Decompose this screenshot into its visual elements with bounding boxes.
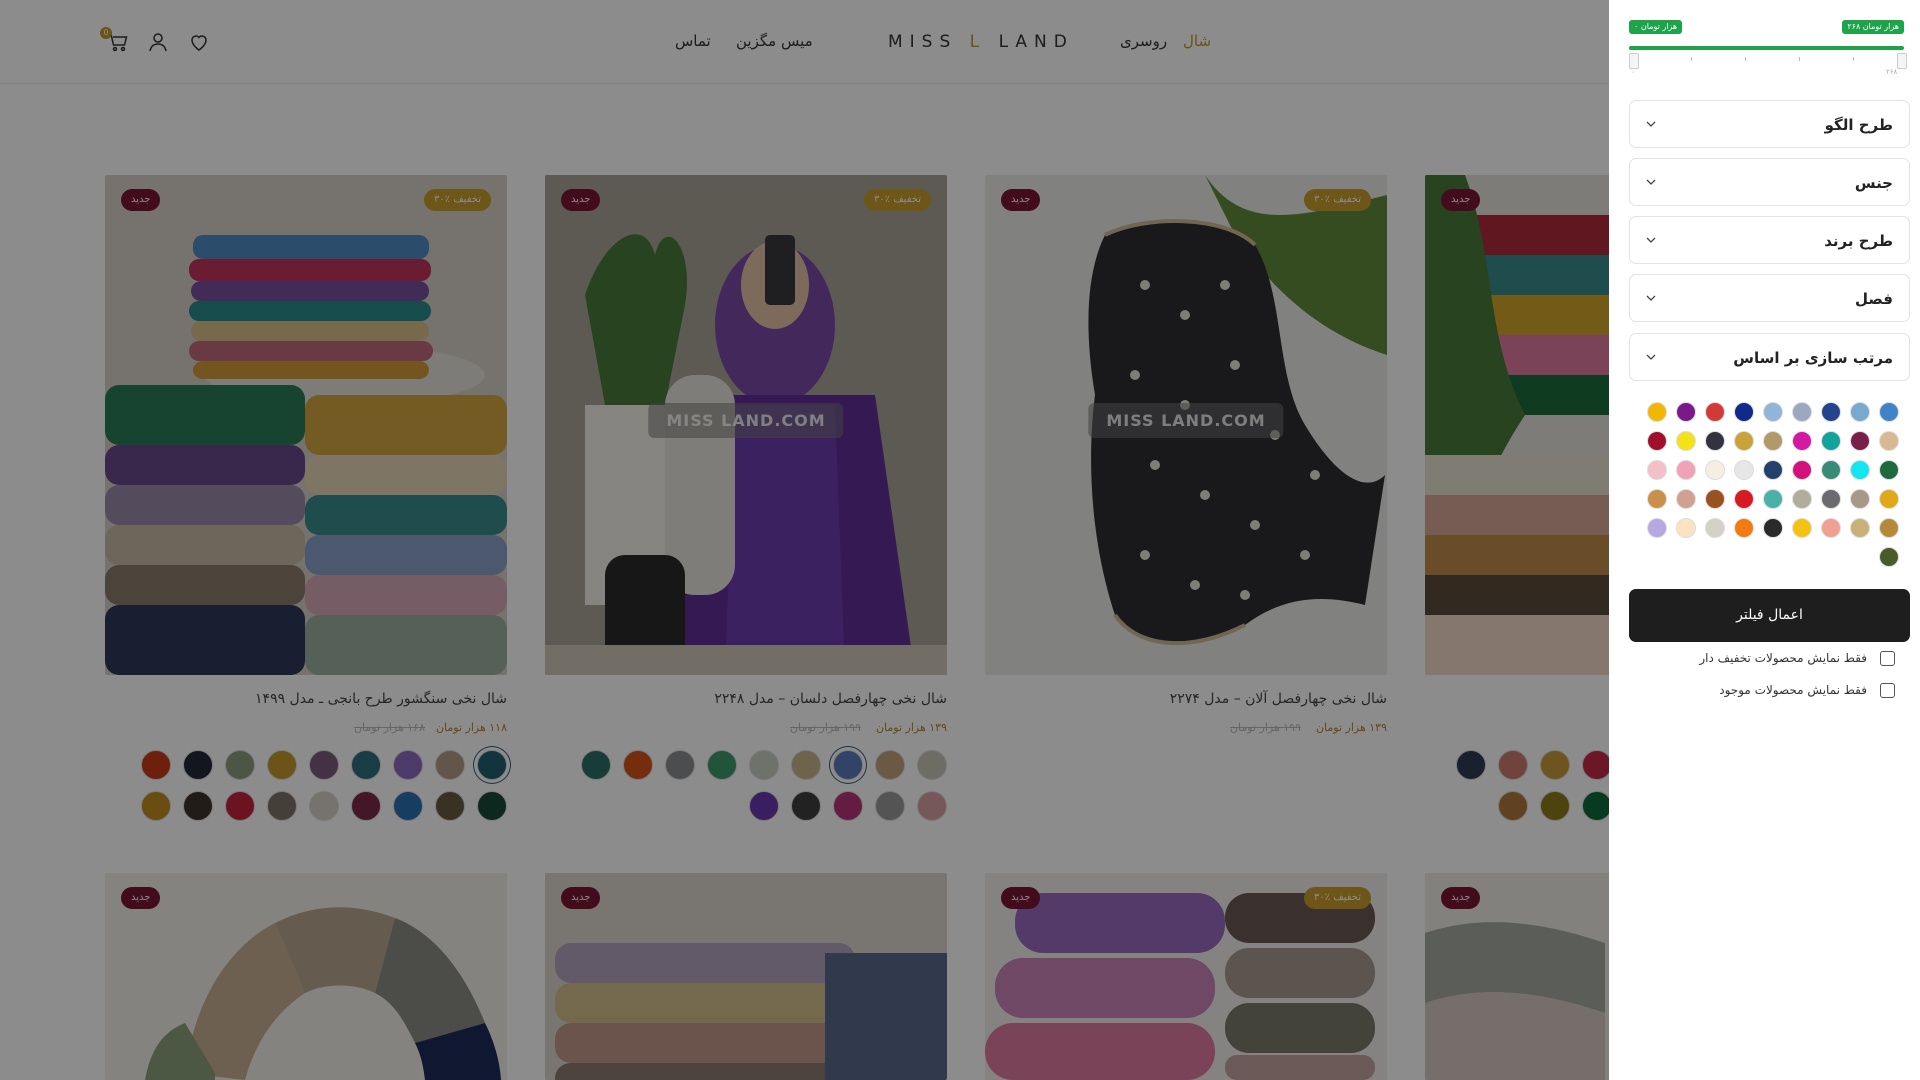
color-filter-option[interactable]	[1763, 431, 1783, 451]
chevron-down-icon	[1646, 295, 1656, 301]
color-filter-option[interactable]	[1850, 489, 1870, 509]
color-filter-option[interactable]	[1705, 431, 1725, 451]
only-available-checkbox[interactable]	[1880, 683, 1895, 698]
only-available-label: فقط نمایش محصولات موجود	[1719, 683, 1867, 697]
only-discounted-checkbox[interactable]	[1880, 651, 1895, 666]
color-filter-option[interactable]	[1821, 402, 1841, 422]
color-filter-option[interactable]	[1879, 431, 1899, 451]
color-filter-option[interactable]	[1792, 489, 1812, 509]
color-filter-option[interactable]	[1763, 402, 1783, 422]
color-filter-option[interactable]	[1705, 460, 1725, 480]
only-discounted-option[interactable]: فقط نمایش محصولات تخفیف دار	[1655, 651, 1895, 667]
filter-sort-accordion[interactable]: مرتب سازی بر اساس	[1629, 333, 1910, 381]
color-filter-option[interactable]	[1734, 489, 1754, 509]
color-filter-option[interactable]	[1792, 402, 1812, 422]
range-max-tick-label: ۲۶۸	[1886, 68, 1898, 76]
color-filter-option[interactable]	[1792, 518, 1812, 538]
price-min-label: ۰ هزار تومان	[1629, 20, 1683, 34]
color-filter-option[interactable]	[1734, 402, 1754, 422]
color-filter-option[interactable]	[1821, 489, 1841, 509]
color-filter-option[interactable]	[1763, 460, 1783, 480]
filter-drawer: ۲۶۸ هزار تومان ۰ هزار تومان ۰ ۲۶۸ طرح ال…	[1609, 0, 1920, 1080]
color-filter-option[interactable]	[1647, 402, 1667, 422]
accordion-label: طرح برند	[1824, 232, 1893, 250]
color-filter-option[interactable]	[1879, 518, 1899, 538]
color-filter-option[interactable]	[1647, 460, 1667, 480]
color-filter-option[interactable]	[1763, 518, 1783, 538]
color-filter-option[interactable]	[1879, 460, 1899, 480]
color-filter-option[interactable]	[1705, 518, 1725, 538]
color-filter-option[interactable]	[1734, 431, 1754, 451]
color-filter-option[interactable]	[1676, 518, 1696, 538]
color-filter-option[interactable]	[1821, 460, 1841, 480]
color-filter-option[interactable]	[1647, 431, 1667, 451]
range-tick	[1691, 57, 1692, 61]
color-filter-option[interactable]	[1879, 547, 1899, 567]
range-tick	[1853, 57, 1854, 61]
price-range-track[interactable]	[1629, 46, 1904, 50]
range-tick	[1745, 57, 1746, 61]
accordion-label: فصل	[1855, 290, 1893, 308]
color-filter-option[interactable]	[1647, 489, 1667, 509]
color-filter-option[interactable]	[1850, 402, 1870, 422]
filter-pattern-accordion[interactable]: طرح الگو	[1629, 100, 1910, 148]
filter-season-accordion[interactable]: فصل	[1629, 274, 1910, 322]
range-tick	[1799, 57, 1800, 61]
color-filter-option[interactable]	[1705, 489, 1725, 509]
drawer-backdrop[interactable]	[0, 0, 1609, 1080]
chevron-down-icon	[1646, 237, 1656, 243]
only-available-option[interactable]: فقط نمایش محصولات موجود	[1655, 683, 1895, 699]
color-filter-option[interactable]	[1647, 518, 1667, 538]
color-filter-option[interactable]	[1676, 460, 1696, 480]
color-filter-option[interactable]	[1734, 460, 1754, 480]
color-filter-option[interactable]	[1821, 431, 1841, 451]
color-filter-option[interactable]	[1821, 518, 1841, 538]
accordion-label: طرح الگو	[1824, 116, 1893, 134]
color-filter-option[interactable]	[1763, 489, 1783, 509]
range-min-tick-label: ۰	[1631, 68, 1635, 76]
color-filter-option[interactable]	[1734, 518, 1754, 538]
chevron-down-icon	[1646, 179, 1656, 185]
chevron-down-icon	[1646, 354, 1656, 360]
color-filter-option[interactable]	[1792, 460, 1812, 480]
color-filter-option[interactable]	[1850, 518, 1870, 538]
accordion-label: مرتب سازی بر اساس	[1733, 349, 1893, 367]
price-range-max-handle[interactable]	[1897, 53, 1907, 69]
color-filter-option[interactable]	[1879, 402, 1899, 422]
filter-brand-accordion[interactable]: طرح برند	[1629, 216, 1910, 264]
only-discounted-label: فقط نمایش محصولات تخفیف دار	[1699, 651, 1867, 665]
color-filter-option[interactable]	[1676, 402, 1696, 422]
color-filter-option[interactable]	[1676, 431, 1696, 451]
color-filter-option[interactable]	[1879, 489, 1899, 509]
color-filter-option[interactable]	[1792, 431, 1812, 451]
color-filter-option[interactable]	[1850, 431, 1870, 451]
color-filter-option[interactable]	[1705, 402, 1725, 422]
filter-material-accordion[interactable]: جنس	[1629, 158, 1910, 206]
accordion-label: جنس	[1854, 174, 1893, 192]
color-filter-option[interactable]	[1676, 489, 1696, 509]
price-max-label: ۲۶۸ هزار تومان	[1842, 20, 1904, 34]
color-filter-option[interactable]	[1850, 460, 1870, 480]
chevron-down-icon	[1646, 121, 1656, 127]
price-range-min-handle[interactable]	[1629, 53, 1639, 69]
apply-filter-button[interactable]: اعمال فیلتر	[1629, 589, 1910, 642]
